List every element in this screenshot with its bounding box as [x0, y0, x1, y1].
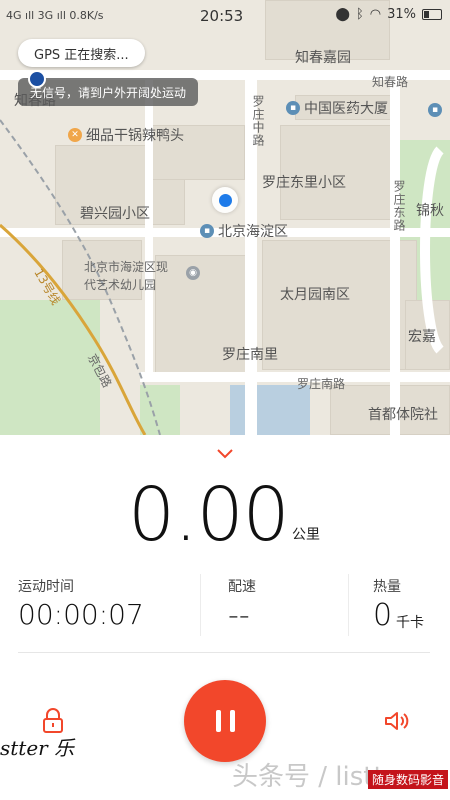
wifi-icon: ◠ [369, 7, 382, 22]
map-label: 罗庄中路 [251, 95, 265, 147]
poi-label: 北京海淀区 [218, 224, 288, 240]
pause-icon [215, 710, 235, 732]
pause-button[interactable] [184, 680, 266, 762]
map-label: 罗庄南里 [222, 347, 278, 363]
building-icon: ▪ [286, 101, 300, 115]
map-label: 宏嘉 [408, 329, 436, 345]
location-icon: ⬤ [335, 7, 350, 22]
map-view[interactable]: 知春嘉园 知春路 知春路 罗庄中路 罗庄东路 锦秋 碧兴园小区 罗庄东里小区 北… [0, 0, 450, 435]
school-icon: ◉ [186, 266, 200, 280]
status-time: 20:53 [200, 7, 244, 25]
battery-level: 31% [387, 7, 416, 22]
building-icon: ▪ [200, 224, 214, 238]
map-label: 知春嘉园 [295, 50, 351, 66]
watermark-left: stter 乐 [0, 736, 75, 760]
panel-divider [18, 652, 430, 653]
bluetooth-icon: ᛒ [355, 7, 364, 22]
pace-value: -- [228, 598, 250, 633]
collapse-chevron-icon[interactable] [216, 448, 234, 460]
map-label: 代艺术幼儿园 [84, 278, 157, 292]
time-label: 运动时间 [18, 579, 74, 595]
building-icon: ▪ [428, 103, 442, 117]
poi-label: 细品干锅辣鸭头 [86, 128, 184, 144]
distance-unit: 公里 [292, 527, 320, 543]
map-label: 罗庄南路 [297, 377, 346, 391]
map-label: 罗庄东里小区 [262, 175, 346, 191]
pace-label: 配速 [228, 579, 256, 595]
watermark-badge: 随身数码影音 [368, 770, 449, 789]
stat-divider [348, 574, 349, 636]
status-right: ⬤ ᛒ ◠ 31% [335, 7, 442, 22]
map-label: 知春路 [372, 75, 409, 89]
map-label: 太月园南区 [280, 287, 350, 303]
poi-haidian[interactable]: ▪ 北京海淀区 [200, 221, 288, 241]
signal-indicator: 4G ıll 3G ıll 0.8K/s [6, 9, 104, 22]
lock-icon[interactable] [42, 708, 64, 734]
calories-unit: 千卡 [396, 615, 424, 631]
map-label: 碧兴园小区 [80, 206, 150, 222]
map-label: 罗庄东路 [392, 180, 406, 232]
restaurant-icon: ✕ [68, 128, 82, 142]
gps-signal-icon [28, 70, 46, 88]
gps-status-pill: GPS 正在搜索... [18, 39, 145, 67]
sound-icon[interactable] [384, 710, 412, 732]
map-label: 锦秋 [416, 203, 444, 219]
calories-value: 0 [373, 598, 393, 633]
distance-value: 0.00 [128, 472, 290, 558]
current-location-marker [212, 187, 238, 213]
map-label: 首都体院社 [368, 407, 438, 423]
status-bar: 4G ıll 3G ıll 0.8K/s 20:53 ⬤ ᛒ ◠ 31% [0, 0, 450, 32]
stat-divider [200, 574, 201, 636]
calories-label: 热量 [373, 579, 401, 595]
poi-medicine[interactable]: ▪ 中国医药大厦 [286, 98, 388, 118]
map-label: 北京市海淀区现 [84, 260, 169, 274]
time-value: 00:00:07 [18, 598, 144, 631]
battery-icon [422, 9, 442, 20]
poi-label: 中国医药大厦 [304, 101, 388, 117]
poi-hotpot[interactable]: ✕ 细品干锅辣鸭头 [68, 125, 184, 145]
